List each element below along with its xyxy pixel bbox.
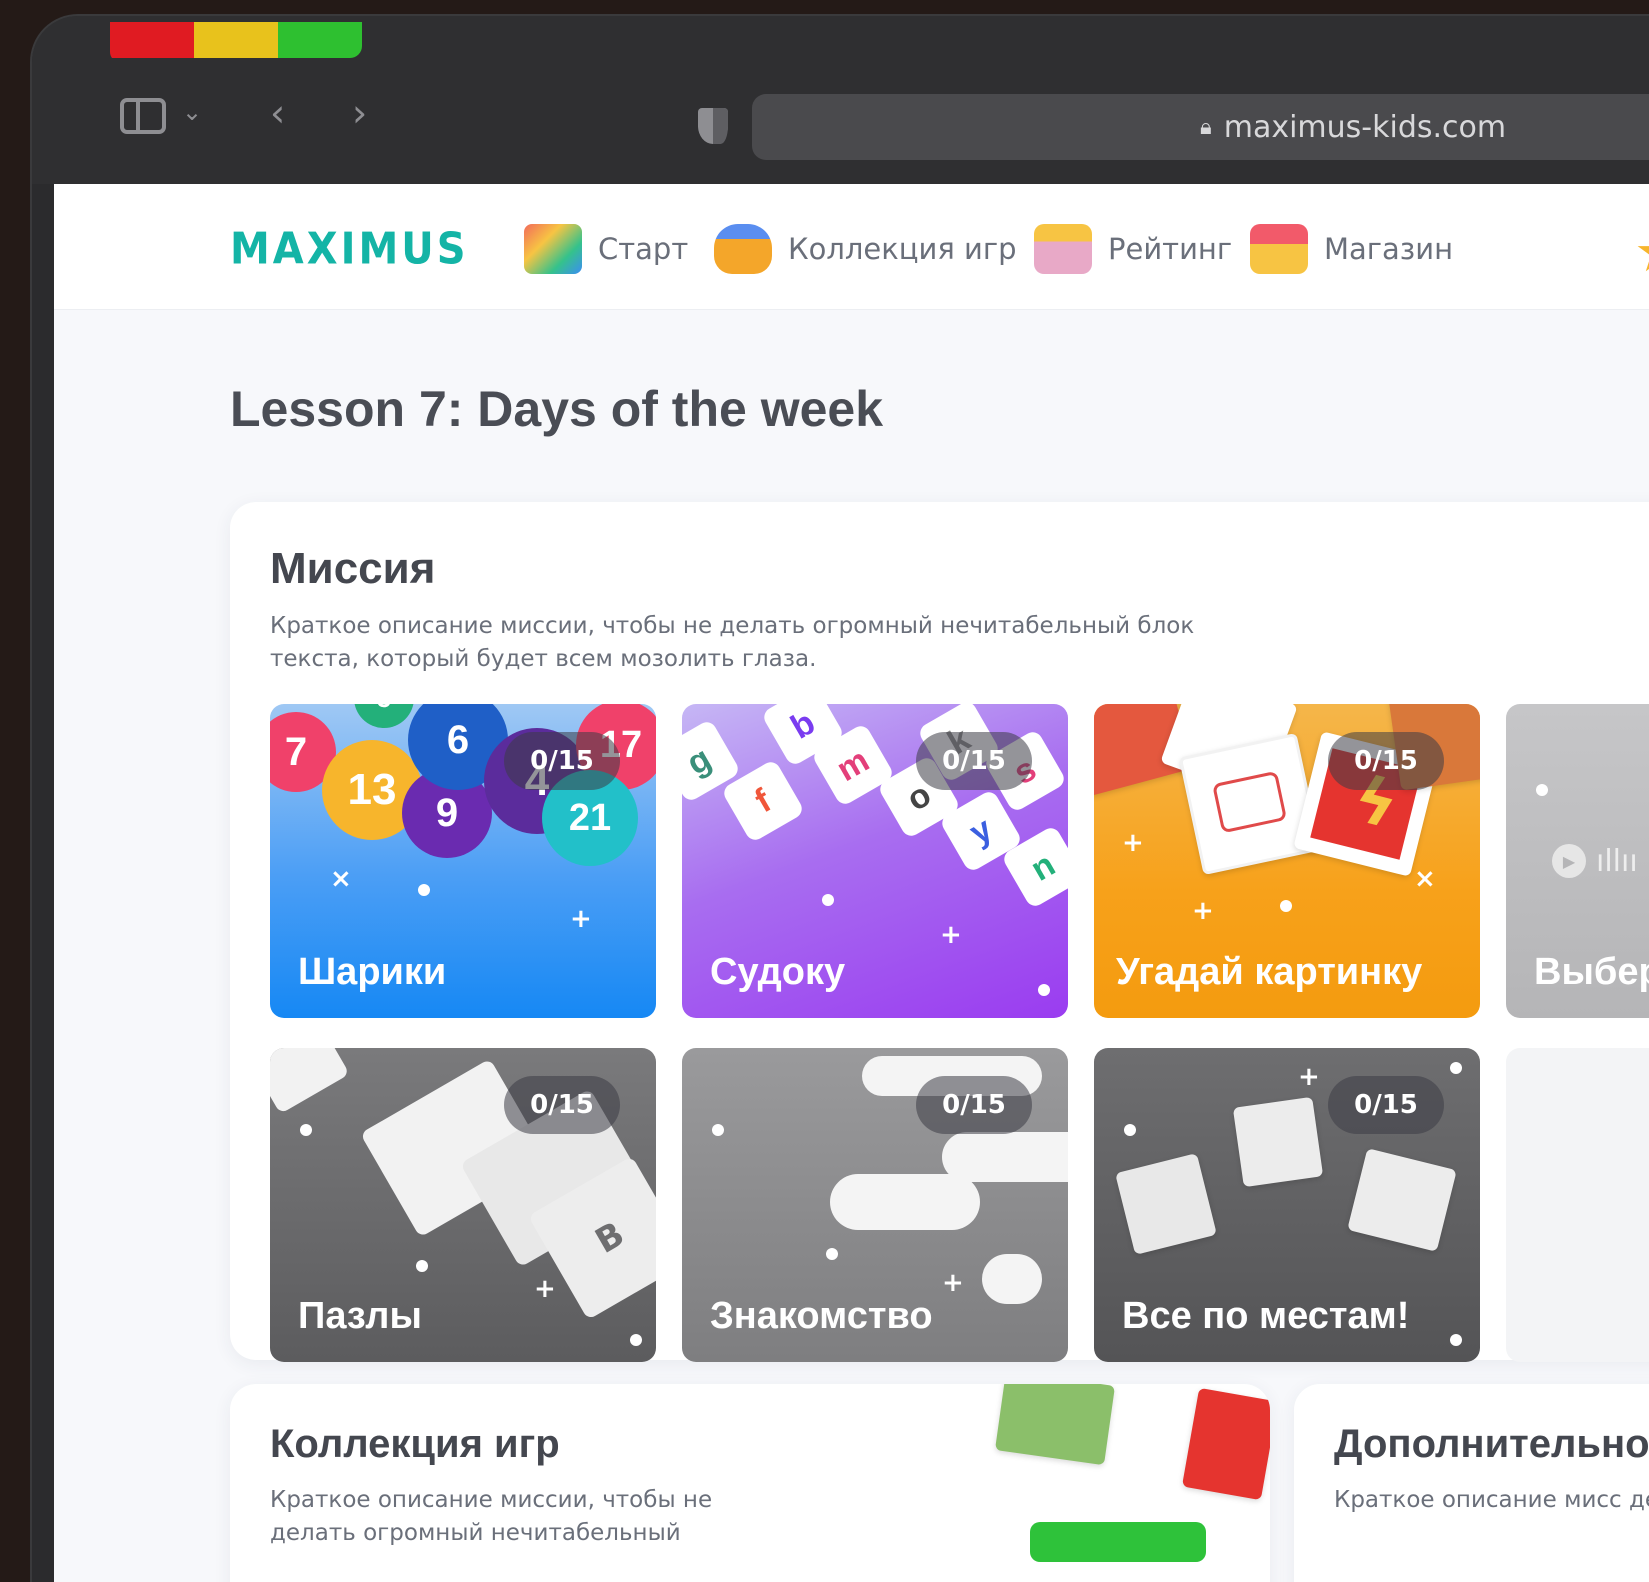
sparkle-icon (1038, 984, 1050, 996)
podium-icon (1034, 224, 1092, 274)
sparkle-icon (1536, 784, 1548, 796)
top-navigation: MAXIMUS Старт Коллекция игр Рейтинг Мага… (54, 184, 1649, 310)
sparkle-icon: + (570, 904, 592, 934)
progress-badge: 0/15 (504, 1076, 620, 1134)
extra-title: Дополнительно (1334, 1422, 1649, 1466)
collection-title: Коллекция игр (270, 1422, 560, 1466)
lock-icon: 🔒︎ (1200, 114, 1212, 140)
sparkle-icon: × (1414, 864, 1436, 894)
star-icon[interactable]: ★ (1634, 220, 1649, 285)
route-icon (524, 224, 582, 274)
lightning-card (1181, 1387, 1270, 1501)
sparkle-icon (300, 1124, 312, 1136)
game-title: Судоку (710, 951, 846, 993)
game-title: Угадай картинку (1116, 951, 1423, 993)
game-tile-balls[interactable]: 7 13 9 6 5 4 17 21 × + 0/15 Шарики (270, 704, 656, 1018)
mountain-card (1347, 1148, 1457, 1252)
lightning-card (1115, 1153, 1217, 1255)
game-tile-empty (1506, 1048, 1649, 1362)
game-tile-puzzles[interactable]: B + 0/15 Пазлы (270, 1048, 656, 1362)
nav-item-label: Рейтинг (1108, 232, 1233, 266)
game-tile-guess-picture[interactable]: ϟ + + × 0/15 Угадай картинку (1094, 704, 1480, 1018)
game-tile-sudoku[interactable]: b m f g o y k s n + 0/15 Судоку (682, 704, 1068, 1018)
play-icon: ▶ (1552, 844, 1586, 878)
browser-window: ⌄ ‹ › 🔒︎ maximus-kids.com MAXIMUS Старт … (30, 14, 1649, 1582)
sound-wave-icon: ıllıı (1596, 844, 1638, 879)
collection-description: Краткое описание миссии, чтобы не делать… (270, 1487, 713, 1546)
game-title: Пазлы (298, 1295, 422, 1337)
game-tile-choose[interactable]: ▶ ıllıı Выбер (1506, 704, 1649, 1018)
web-page: MAXIMUS Старт Коллекция игр Рейтинг Мага… (54, 184, 1649, 1582)
sparkle-icon: + (534, 1274, 556, 1304)
chat-bubble (982, 1254, 1042, 1304)
nav-item-label: Магазин (1324, 232, 1454, 266)
sparkle-icon (1280, 900, 1292, 912)
gamepad-icon (714, 224, 772, 274)
browser-toolbar: ⌄ ‹ › 🔒︎ maximus-kids.com (32, 16, 1649, 184)
sparkle-icon (822, 894, 834, 906)
privacy-shield-icon[interactable] (698, 108, 728, 144)
nav-item-label: Старт (598, 232, 689, 266)
maximize-window-button[interactable] (278, 22, 362, 58)
forward-arrow-icon[interactable]: › (352, 94, 367, 132)
mission-card: Миссия Краткое описание миссии, чтобы не… (230, 502, 1649, 1362)
sparkle-icon: + (1122, 828, 1144, 858)
sparkle-icon (826, 1248, 838, 1260)
games-collection-card[interactable]: Коллекция игр Краткое описание миссии, ч… (230, 1384, 1270, 1582)
progress-badge: 0/15 (916, 732, 1032, 790)
sparkle-icon (1124, 1124, 1136, 1136)
url-text: maximus-kids.com (1223, 109, 1507, 145)
sparkle-icon (418, 884, 430, 896)
sparkle-icon: + (942, 1268, 964, 1298)
sparkle-icon: + (1298, 1062, 1320, 1092)
sparkle-icon (712, 1124, 724, 1136)
sparkle-icon: × (330, 864, 352, 894)
mountain-card (994, 1384, 1116, 1466)
chat-bubble (830, 1174, 980, 1230)
sparkle-icon: + (940, 920, 962, 950)
shop-icon (1250, 224, 1308, 274)
game-title: Шарики (298, 951, 447, 993)
game-title: Знакомство (710, 1295, 933, 1337)
game-tile-acquaintance[interactable]: + 0/15 Знакомство (682, 1048, 1068, 1362)
puzzle-piece (270, 1048, 350, 1114)
sparkle-icon (630, 1334, 642, 1346)
extra-card[interactable]: Дополнительно Краткое описание мисс дела… (1294, 1384, 1649, 1582)
pie-card (1232, 1096, 1324, 1188)
mission-title: Миссия (270, 544, 436, 593)
nav-item-shop[interactable]: Магазин (1250, 224, 1453, 274)
sidebar-toggle-icon[interactable] (120, 98, 166, 134)
number-ball: 5 (354, 704, 414, 728)
truck-card (1178, 732, 1322, 876)
nav-item-games[interactable]: Коллекция игр (714, 224, 1017, 274)
logo[interactable]: MAXIMUS (230, 224, 469, 275)
nav-item-label: Коллекция игр (788, 232, 1017, 266)
nav-item-start[interactable]: Старт (524, 224, 688, 274)
minimize-window-button[interactable] (194, 22, 278, 58)
window-controls (110, 22, 362, 62)
sparkle-icon (1450, 1334, 1462, 1346)
progress-badge: 0/15 (504, 732, 620, 790)
chevron-down-icon[interactable]: ⌄ (182, 100, 202, 124)
game-title: Выбер (1534, 951, 1649, 993)
extra-description: Краткое описание мисс делать огромный не… (1334, 1487, 1649, 1513)
sparkle-icon (1450, 1062, 1462, 1074)
mission-description: Краткое описание миссии, чтобы не делать… (270, 613, 1195, 672)
address-bar[interactable]: 🔒︎ maximus-kids.com (752, 94, 1649, 160)
progress-badge: 0/15 (1328, 732, 1444, 790)
nav-item-rating[interactable]: Рейтинг (1034, 224, 1232, 274)
close-window-button[interactable] (110, 22, 194, 58)
back-arrow-icon[interactable]: ‹ (270, 94, 285, 132)
progress-badge: 0/15 (916, 1076, 1032, 1134)
play-button[interactable] (1030, 1522, 1206, 1562)
sparkle-icon: + (1192, 896, 1214, 926)
progress-badge: 0/15 (1328, 1076, 1444, 1134)
game-tile-all-in-place[interactable]: + 0/15 Все по местам! (1094, 1048, 1480, 1362)
page-title: Lesson 7: Days of the week (230, 381, 884, 437)
sparkle-icon (416, 1260, 428, 1272)
game-title: Все по местам! (1122, 1295, 1410, 1337)
